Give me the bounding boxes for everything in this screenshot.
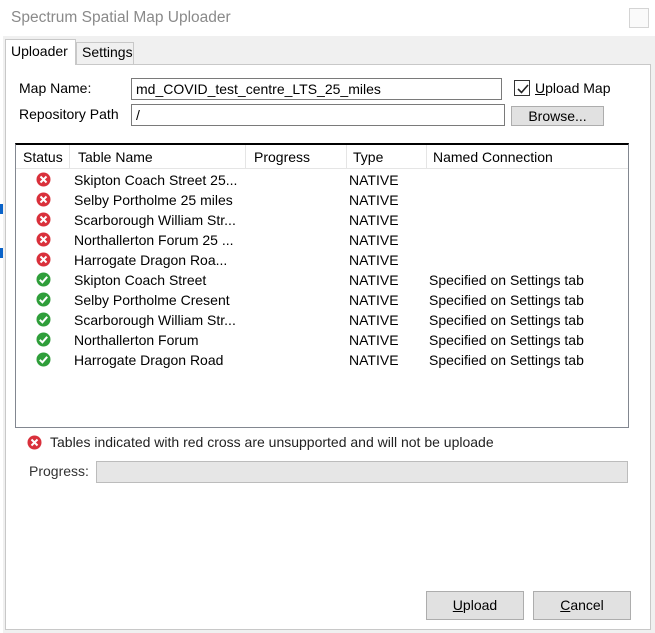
uploader-window: Spectrum Spatial Map Uploader Uploader S… <box>0 0 655 633</box>
map-name-input[interactable]: md_COVID_test_centre_LTS_25_miles <box>131 78 502 100</box>
upload-map-label-text: pload Map <box>545 80 611 96</box>
cell-table-name: Northallerton Forum 25 ... <box>74 232 234 248</box>
upload-map-label[interactable]: Upload Map <box>535 80 611 96</box>
progress-label: Progress: <box>29 463 89 479</box>
table-row[interactable]: Skipton Coach Street NATIVE Specified on S… <box>16 270 628 290</box>
background-window-edge <box>0 36 3 633</box>
cell-type: NATIVE <box>349 292 399 308</box>
cell-type: NATIVE <box>349 252 399 268</box>
cell-named-connection: Specified on Settings tab <box>429 332 584 348</box>
map-name-label: Map Name: <box>19 80 92 96</box>
table-row[interactable]: Harrogate Dragon Roa... NATIVE <box>16 250 628 270</box>
close-button[interactable] <box>629 8 649 28</box>
background-accent-mark <box>0 248 3 258</box>
cell-table-name: Harrogate Dragon Roa... <box>74 252 228 268</box>
red-cross-icon <box>36 172 51 187</box>
cell-table-name: Harrogate Dragon Road <box>74 352 224 368</box>
red-cross-icon <box>36 192 51 207</box>
repository-path-input[interactable]: / <box>131 104 505 126</box>
table-row[interactable]: Harrogate Dragon Road NATIVE Specified on … <box>16 350 628 370</box>
tables-grid[interactable]: Status Table Name Progress Type Named Co… <box>15 143 629 428</box>
cell-type: NATIVE <box>349 212 399 228</box>
table-row[interactable]: Selby Portholme 25 miles NATIVE <box>16 190 628 210</box>
green-check-icon <box>36 352 51 367</box>
column-header-status[interactable]: Status <box>16 145 70 169</box>
cell-table-name: Northallerton Forum <box>74 332 199 348</box>
column-header-named-connection[interactable]: Named Connection <box>427 145 628 169</box>
table-row[interactable]: Northallerton Forum NATIVE Specified on Se… <box>16 330 628 350</box>
cell-table-name: Selby Portholme 25 miles <box>74 192 233 208</box>
upload-button[interactable]: Upload <box>426 591 524 620</box>
cell-named-connection: Specified on Settings tab <box>429 272 584 288</box>
red-cross-icon <box>36 252 51 267</box>
cell-type: NATIVE <box>349 232 399 248</box>
column-header-type[interactable]: Type <box>347 145 427 169</box>
cell-type: NATIVE <box>349 192 399 208</box>
repository-path-label: Repository Path <box>19 106 119 122</box>
unsupported-warning-text: Tables indicated with red cross are unsu… <box>50 434 494 450</box>
table-row[interactable]: Skipton Coach Street 25... NATIVE <box>16 170 628 190</box>
red-cross-icon <box>27 435 42 450</box>
cell-named-connection: Specified on Settings tab <box>429 292 584 308</box>
browse-button[interactable]: Browse... <box>511 106 604 126</box>
table-row[interactable]: Selby Portholme Cresent NATIVE Specified o… <box>16 290 628 310</box>
column-header-progress[interactable]: Progress <box>246 145 347 169</box>
cell-table-name: Skipton Coach Street <box>74 272 207 288</box>
upload-map-mnemonic: U <box>535 80 546 96</box>
cell-type: NATIVE <box>349 332 399 348</box>
cell-type: NATIVE <box>349 352 399 368</box>
column-header-table-name[interactable]: Table Name <box>70 145 246 169</box>
cancel-button-label: ancel <box>570 597 604 613</box>
table-row[interactable]: Scarborough William Str... NATIVE <box>16 210 628 230</box>
background-accent-mark <box>0 204 3 214</box>
green-check-icon <box>36 332 51 347</box>
green-check-icon <box>36 272 51 287</box>
green-check-icon <box>36 312 51 327</box>
cell-type: NATIVE <box>349 312 399 328</box>
red-cross-icon <box>36 232 51 247</box>
title-bar: Spectrum Spatial Map Uploader <box>0 0 655 36</box>
cell-table-name: Selby Portholme Cresent <box>74 292 230 308</box>
cell-type: NATIVE <box>349 172 399 188</box>
window-title: Spectrum Spatial Map Uploader <box>11 9 231 26</box>
upload-button-label: pload <box>462 597 498 613</box>
checkmark-icon <box>517 84 529 94</box>
tab-uploader[interactable]: Uploader <box>5 39 76 65</box>
cell-table-name: Scarborough William Str... <box>74 312 236 328</box>
green-check-icon <box>36 292 51 307</box>
cell-type: NATIVE <box>349 272 399 288</box>
red-cross-icon <box>36 212 51 227</box>
cancel-mnemonic: C <box>560 597 571 613</box>
upload-progress-bar <box>96 461 628 483</box>
grid-header: Status Table Name Progress Type Named Co… <box>16 145 628 169</box>
upload-mnemonic: U <box>452 597 463 613</box>
cell-table-name: Scarborough William Str... <box>74 212 236 228</box>
upload-map-checkbox[interactable] <box>514 80 530 96</box>
cell-named-connection: Specified on Settings tab <box>429 352 584 368</box>
cancel-button[interactable]: Cancel <box>533 591 631 620</box>
cell-named-connection: Specified on Settings tab <box>429 312 584 328</box>
cell-table-name: Skipton Coach Street 25... <box>74 172 238 188</box>
table-row[interactable]: Scarborough William Str... NATIVE Specifie… <box>16 310 628 330</box>
tab-settings[interactable]: Settings <box>76 42 134 64</box>
table-row[interactable]: Northallerton Forum 25 ... NATIVE <box>16 230 628 250</box>
